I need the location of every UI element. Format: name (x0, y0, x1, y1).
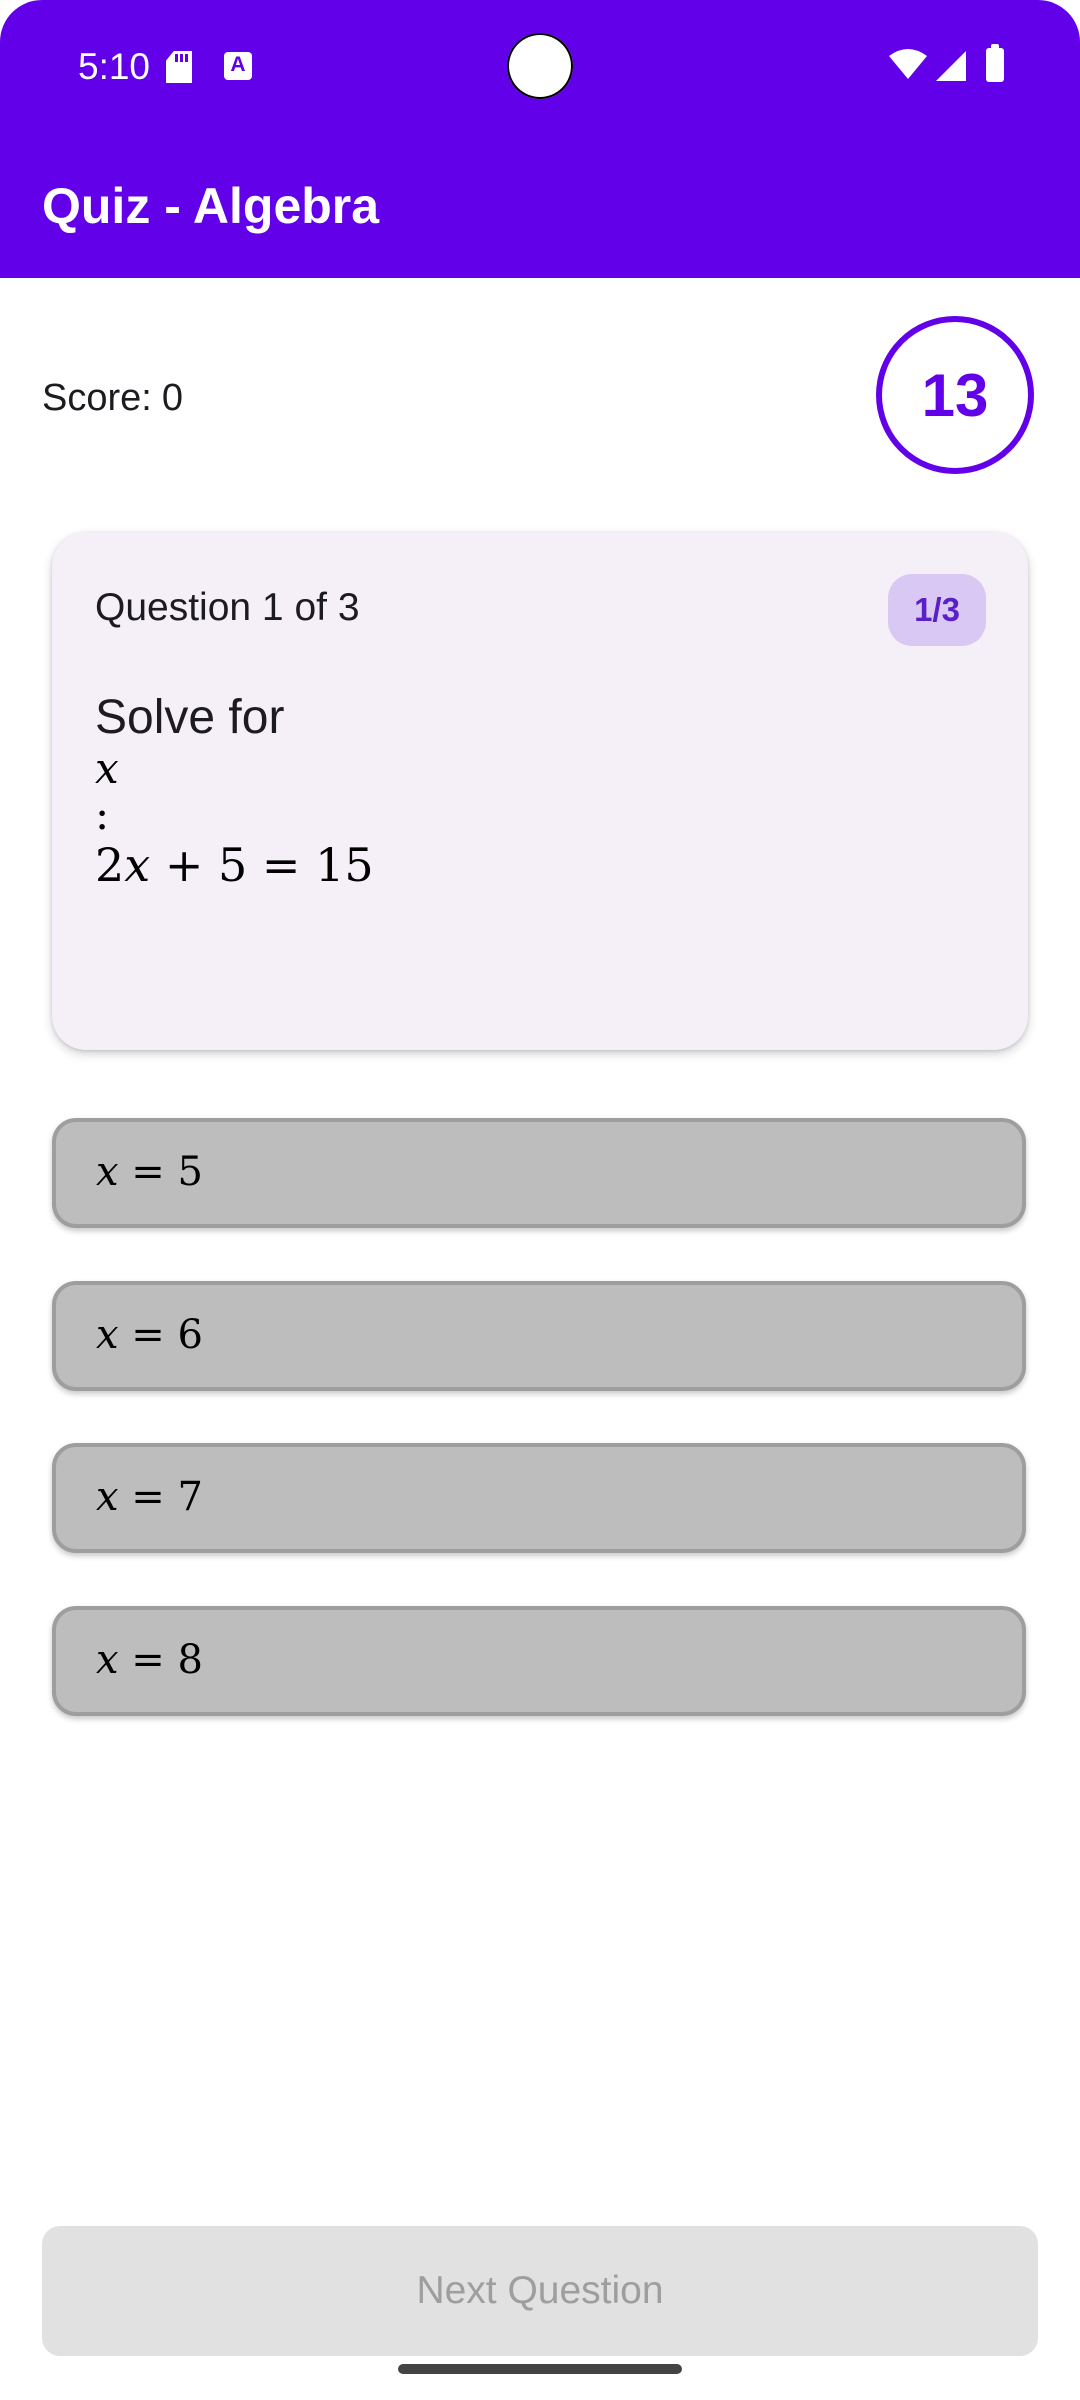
score-value: 0 (161, 377, 183, 419)
app-title: Quiz - Algebra (42, 178, 380, 234)
text-a-icon: A (224, 52, 252, 80)
score-label: Score: (42, 377, 152, 419)
sd-card-icon (166, 51, 192, 83)
equation-coefficient: 2 (95, 838, 125, 892)
battery-icon (986, 44, 1004, 82)
option-variable: x (96, 1474, 119, 1520)
option-text: x = 5 (96, 1152, 203, 1192)
option-value: = 8 (118, 1637, 203, 1683)
option-variable: x (96, 1312, 119, 1358)
option-value: = 6 (118, 1312, 203, 1358)
progress-badge: 1/3 (888, 574, 986, 646)
signal-icon (936, 51, 966, 81)
answer-option-1[interactable]: x = 5 (52, 1118, 1026, 1228)
question-counter: Question 1 of 3 (95, 586, 360, 629)
option-text: x = 6 (96, 1315, 203, 1355)
question-card: Question 1 of 3 1/3 Solve for x : 2x + 5… (52, 532, 1028, 1050)
equation-rest: + 5 = 15 (150, 838, 374, 892)
app-bar: 5:10 A Quiz - Algebra (0, 0, 1080, 278)
home-indicator[interactable] (398, 2364, 682, 2374)
countdown-timer: 13 (876, 316, 1034, 474)
wifi-icon (889, 49, 927, 79)
equation-variable: x (124, 838, 151, 892)
answer-option-4[interactable]: x = 8 (52, 1606, 1026, 1716)
status-time: 5:10 (78, 46, 151, 87)
option-variable: x (96, 1149, 119, 1195)
question-variable: x (95, 744, 119, 793)
question-equation: 2x + 5 = 15 (95, 842, 374, 888)
option-variable: x (96, 1637, 119, 1683)
option-text: x = 7 (96, 1477, 203, 1517)
timer-value: 13 (921, 361, 989, 429)
score-display: Score: 0 (42, 372, 183, 424)
question-colon: : (95, 790, 110, 839)
option-value: = 5 (118, 1149, 203, 1195)
answer-option-2[interactable]: x = 6 (52, 1281, 1026, 1391)
camera-cutout (507, 33, 573, 99)
question-text: Solve for (95, 691, 285, 744)
answer-option-3[interactable]: x = 7 (52, 1443, 1026, 1553)
option-value: = 7 (118, 1474, 203, 1520)
quiz-screen: 5:10 A Quiz - Algebra Score: 0 13 Questio… (0, 0, 1080, 2400)
next-question-button[interactable]: Next Question (42, 2226, 1038, 2356)
option-text: x = 8 (96, 1640, 203, 1680)
